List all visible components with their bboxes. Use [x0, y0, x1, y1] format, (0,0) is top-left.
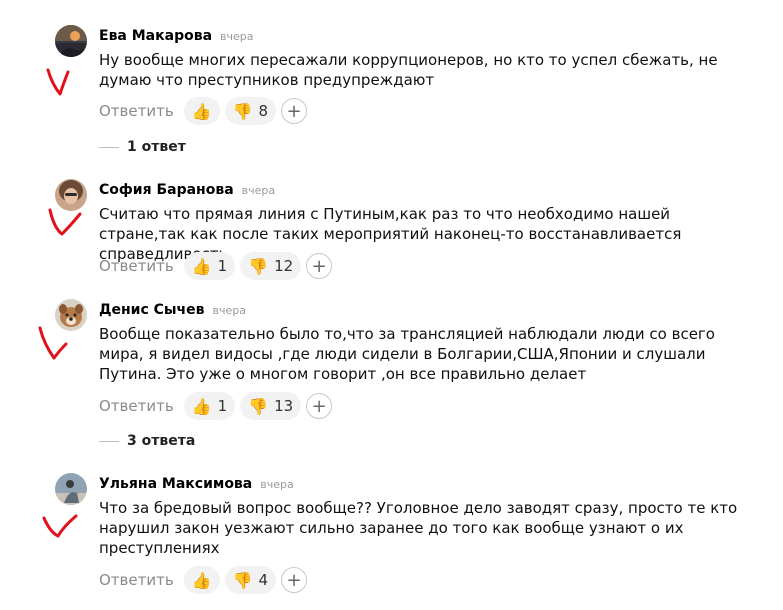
comment-time: вчера: [220, 30, 254, 43]
replies-toggle[interactable]: 1 ответ: [99, 137, 186, 157]
like-button[interactable]: 👍: [183, 566, 220, 594]
replies-toggle[interactable]: 3 ответа: [99, 431, 195, 451]
plus-icon: +: [311, 255, 327, 277]
comment-actions: Ответить 👍 👎 8 +: [99, 97, 308, 125]
dislike-count: 13: [274, 397, 294, 415]
dislike-count: 4: [258, 571, 269, 589]
comment-actions: Ответить 👍 👎 4 +: [99, 566, 308, 594]
thumbs-up-icon: 👍: [191, 570, 212, 590]
like-button[interactable]: 👍 1: [183, 252, 236, 280]
author-name-text[interactable]: Ульяна Максимова: [99, 476, 252, 492]
replies-count: 3 ответа: [127, 433, 196, 449]
red-check-annotation: [46, 68, 70, 96]
thumbs-down-icon: 👎: [248, 396, 269, 416]
comment-time: вчера: [241, 184, 276, 197]
red-check-annotation: [48, 208, 82, 236]
thumbs-up-icon: 👍: [191, 256, 212, 276]
dislike-count: 8: [258, 102, 269, 120]
reply-button[interactable]: Ответить: [99, 571, 174, 589]
red-check-annotation: [42, 514, 78, 538]
thumbs-down-icon: 👎: [248, 256, 269, 276]
like-button[interactable]: 👍: [183, 97, 220, 125]
comment-actions: Ответить 👍 1 👎 12 +: [99, 252, 333, 280]
reply-button[interactable]: Ответить: [99, 397, 174, 415]
thumbs-up-icon: 👍: [191, 101, 212, 121]
comment-time: вчера: [260, 478, 294, 491]
thumbs-down-icon: 👎: [232, 570, 253, 590]
comment-text: Ну вообще многих пересажали коррупционер…: [99, 51, 718, 89]
person-photo-icon: [55, 473, 87, 505]
divider: [99, 440, 119, 442]
dislike-button[interactable]: 👎 13: [240, 392, 302, 420]
comment-text: Вообще показательно было то,что за транс…: [99, 325, 715, 383]
dislike-button[interactable]: 👎 12: [240, 252, 302, 280]
reply-button[interactable]: Ответить: [99, 257, 174, 275]
replies-count: 1 ответ: [127, 139, 186, 155]
add-reaction-button[interactable]: +: [306, 393, 333, 419]
avatar[interactable]: [55, 473, 87, 505]
reply-button[interactable]: Ответить: [99, 102, 174, 120]
author-name-text[interactable]: Денис Сычев: [99, 302, 205, 318]
comment-text: Что за бредовый вопрос вообще?? Уголовно…: [99, 499, 738, 557]
comment-time: вчера: [212, 304, 247, 317]
red-check-annotation: [38, 326, 68, 360]
add-reaction-button[interactable]: +: [281, 567, 308, 593]
thumbs-up-icon: 👍: [191, 396, 212, 416]
plus-icon: +: [311, 395, 327, 417]
divider: [99, 146, 119, 148]
sunset-photo-icon: [55, 25, 87, 57]
dislike-button[interactable]: 👎 4: [224, 566, 277, 594]
author-name[interactable]: София Баранова вчера: [99, 182, 275, 198]
plus-icon: +: [286, 100, 302, 122]
thumbs-down-icon: 👎: [232, 101, 253, 121]
like-count: 1: [217, 397, 228, 415]
like-button[interactable]: 👍 1: [183, 392, 236, 420]
author-name[interactable]: Ульяна Максимова вчера: [99, 476, 294, 492]
add-reaction-button[interactable]: +: [306, 253, 333, 279]
dislike-count: 12: [274, 257, 294, 275]
dislike-button[interactable]: 👎 8: [224, 97, 277, 125]
author-name-text[interactable]: Ева Макарова: [99, 28, 212, 44]
like-count: 1: [217, 257, 228, 275]
comment-actions: Ответить 👍 1 👎 13 +: [99, 392, 333, 420]
author-name[interactable]: Денис Сычев вчера: [99, 302, 246, 318]
author-name-text[interactable]: София Баранова: [99, 182, 234, 198]
author-name[interactable]: Ева Макарова вчера: [99, 28, 254, 44]
plus-icon: +: [286, 569, 302, 591]
avatar[interactable]: [55, 25, 87, 57]
add-reaction-button[interactable]: +: [281, 98, 308, 124]
